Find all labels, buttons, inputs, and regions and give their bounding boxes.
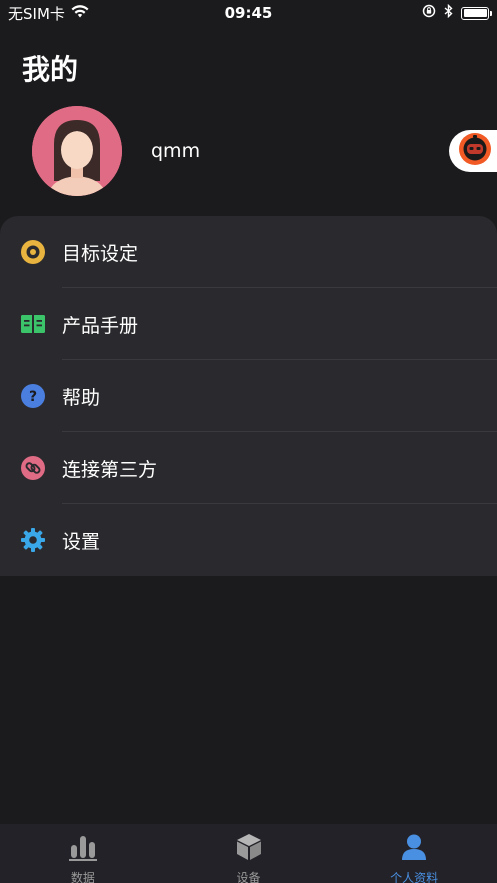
bottom-tab-bar: 数据 设备 个人资料 (0, 824, 497, 883)
menu-item-help[interactable]: ? 帮助 (0, 360, 497, 432)
tab-label: 个人资料 (390, 871, 439, 883)
tab-profile[interactable]: 个人资料 (331, 824, 497, 883)
bar-chart-icon (68, 832, 98, 866)
tab-label: 设备 (236, 871, 261, 883)
wifi-icon (71, 4, 89, 22)
tab-device[interactable]: 设备 (166, 824, 332, 883)
menu-item-label: 帮助 (62, 386, 101, 409)
gear-icon (20, 527, 46, 553)
menu-item-label: 产品手册 (62, 314, 139, 337)
robot-icon (458, 132, 492, 170)
menu-list: 目标设定 产品手册 ? 帮助 连接第三方 设置 (0, 216, 497, 576)
battery-fill (463, 9, 487, 17)
book-icon (20, 311, 46, 337)
avatar[interactable] (32, 106, 122, 196)
tab-label: 数据 (70, 871, 95, 883)
status-left: 无SIM卡 (8, 3, 89, 24)
menu-item-goal-setting[interactable]: 目标设定 (0, 216, 497, 288)
avatar-illustration (32, 106, 122, 196)
status-bar: 无SIM卡 09:45 (0, 0, 497, 26)
menu-item-label: 目标设定 (62, 242, 139, 265)
bluetooth-icon (444, 3, 453, 22)
status-right (422, 3, 492, 22)
menu-item-label: 连接第三方 (62, 458, 158, 481)
menu-item-product-manual[interactable]: 产品手册 (0, 288, 497, 360)
target-icon (20, 239, 46, 265)
menu-item-settings[interactable]: 设置 (0, 504, 497, 576)
menu-item-label: 设置 (62, 530, 101, 553)
username: qmm (151, 140, 201, 162)
floating-assistant-button[interactable] (449, 130, 497, 172)
battery-icon (461, 6, 492, 20)
tab-data[interactable]: 数据 (0, 824, 166, 883)
help-icon: ? (20, 383, 46, 409)
profile-header[interactable]: qmm (32, 106, 200, 196)
page-title: 我的 (22, 53, 79, 86)
menu-item-connect-third-party[interactable]: 连接第三方 (0, 432, 497, 504)
rotation-lock-icon (422, 4, 436, 22)
cube-icon (234, 832, 264, 866)
carrier-label: 无SIM卡 (8, 4, 65, 23)
person-icon (399, 832, 429, 866)
link-icon (20, 455, 46, 481)
svg-text:?: ? (29, 389, 37, 405)
